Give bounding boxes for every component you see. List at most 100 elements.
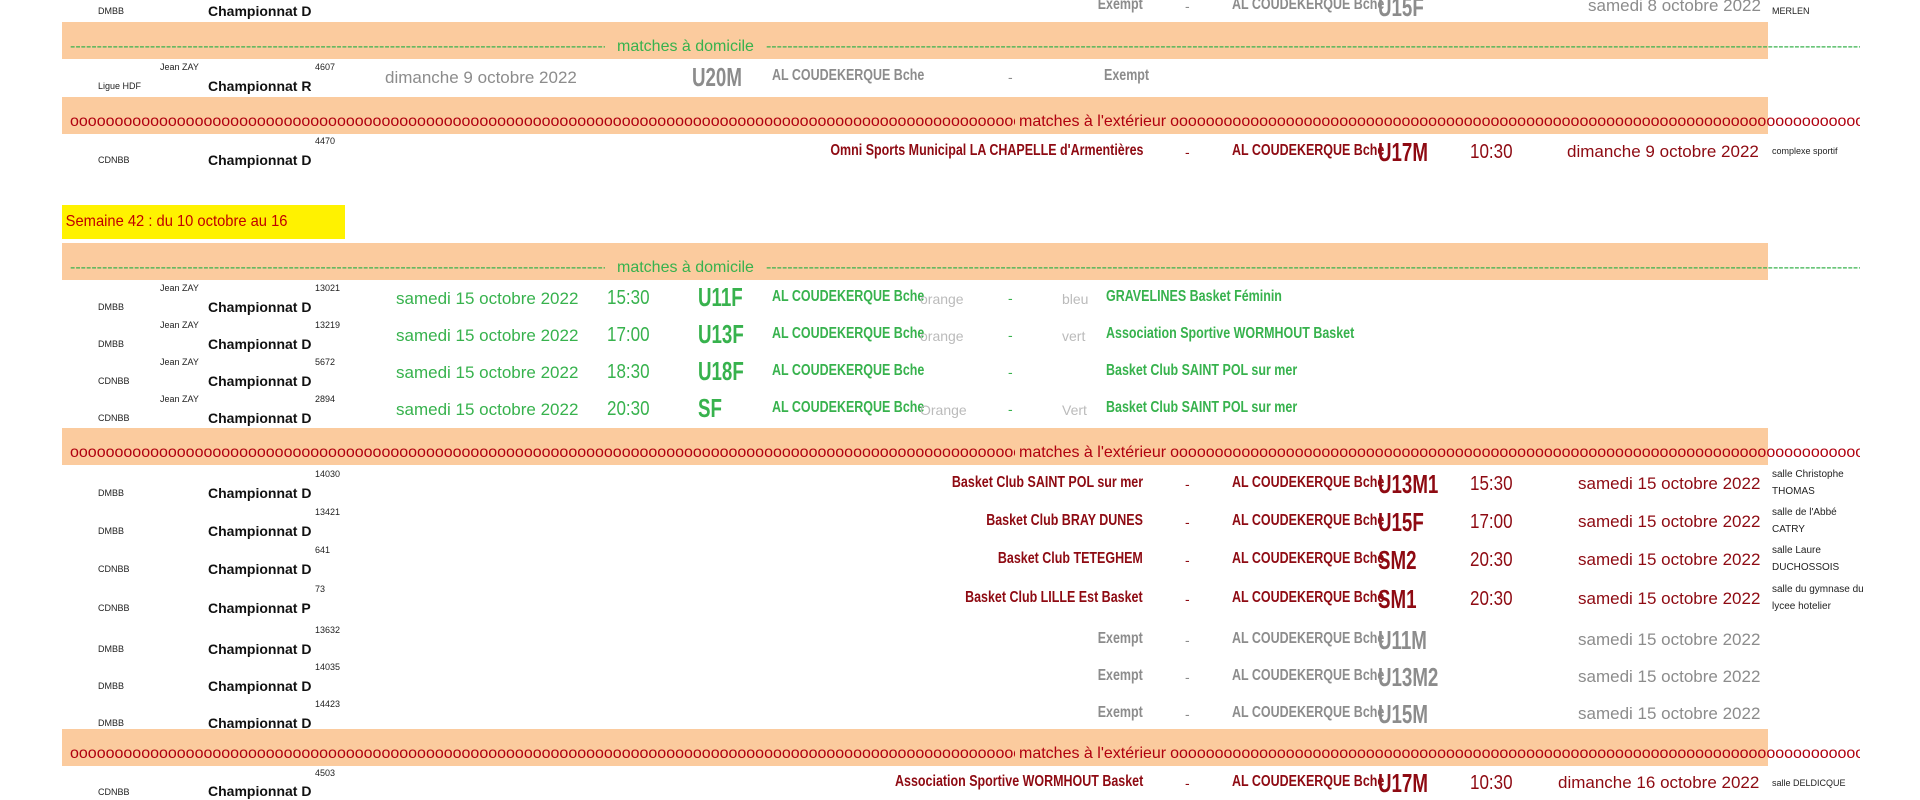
club-name: AL COUDEKERQUE Bche	[1232, 589, 1385, 606]
championship-label: Championnat D	[208, 561, 312, 577]
championship-label: Championnat D	[208, 373, 312, 389]
category-label: U17M	[1378, 768, 1428, 798]
championship-label: Championnat D	[208, 485, 312, 501]
match-date: dimanche 16 octobre 2022	[1558, 773, 1760, 792]
dash: -	[1008, 327, 1013, 343]
match-time: 20:30	[607, 398, 650, 420]
away-band-line: oooooooooooooooooooooooooooooooooooooooo…	[70, 113, 1860, 130]
org-label: DMBB	[98, 526, 125, 536]
venue-label: salle Christophe THOMAS	[1772, 469, 1844, 497]
championship-label: Championnat D	[208, 783, 312, 799]
championship-label: Championnat D	[208, 641, 312, 657]
club-name: AL COUDEKERQUE Bche	[1232, 550, 1385, 567]
venue-label: salle de l'Abbé CATRY	[1772, 507, 1837, 535]
org-label: DMBB	[98, 488, 125, 498]
championship-label: Championnat P	[208, 600, 311, 616]
org-label: DMBB	[98, 644, 125, 654]
opponent-name: Exempt	[1104, 67, 1150, 84]
dash: -	[1185, 552, 1190, 568]
org-label: CDNBB	[98, 787, 130, 797]
category-label: U18F	[698, 356, 744, 386]
category-label: U13M2	[1378, 662, 1439, 692]
club-jersey-color: Orange	[920, 402, 967, 418]
dash: -	[1008, 401, 1013, 417]
match-time: 20:30	[1470, 588, 1513, 610]
org-label: DMBB	[98, 302, 125, 312]
opponent-jersey-color: vert	[1062, 328, 1086, 344]
match-date: samedi 8 octobre 2022	[1588, 0, 1761, 15]
category-label: U20M	[692, 62, 742, 92]
match-date: samedi 15 octobre 2022	[1578, 512, 1761, 531]
org-label: CDNBB	[98, 564, 130, 574]
match-date: samedi 15 octobre 2022	[1578, 704, 1761, 723]
venue-label: salle DELDICQUE	[1772, 778, 1846, 788]
match-date: samedi 15 octobre 2022	[396, 400, 579, 419]
coach-name: Jean ZAY	[160, 320, 199, 330]
match-time: 15:30	[607, 287, 650, 309]
championship-label: Championnat D	[208, 299, 312, 315]
match-time: 20:30	[1470, 549, 1513, 571]
opponent-name: Omni Sports Municipal LA CHAPELLE d'Arme…	[829, 142, 1143, 159]
dash: -	[1185, 144, 1190, 160]
dash: -	[1185, 514, 1190, 530]
opponent-jersey-color: bleu	[1062, 291, 1089, 307]
championship-label: Championnat D	[208, 678, 312, 694]
category-label: U11M	[1378, 625, 1427, 655]
coach-name: Jean ZAY	[160, 283, 199, 293]
club-name: AL COUDEKERQUE Bche	[1232, 0, 1385, 13]
opponent-name: Association Sportive WORMHOUT Basket	[894, 773, 1143, 790]
dash: -	[1185, 669, 1190, 685]
venue-label: MERLEN	[1772, 6, 1810, 16]
opponent-name: Basket Club SAINT POL sur mer	[951, 474, 1143, 491]
dash: -	[1185, 476, 1190, 492]
dash: -	[1185, 0, 1190, 14]
opponent-name: Association Sportive WORMHOUT Basket	[1106, 325, 1355, 342]
home-band-line: ----------------------------------------…	[70, 259, 1860, 276]
opponent-name: Basket Club SAINT POL sur mer	[1106, 362, 1298, 379]
match-date: samedi 15 octobre 2022	[1578, 474, 1761, 493]
club-name: AL COUDEKERQUE Bche	[772, 67, 925, 84]
club-name: AL COUDEKERQUE Bche	[1232, 630, 1385, 647]
match-number: 13421	[315, 507, 341, 517]
match-time: 17:00	[607, 324, 650, 346]
match-time: 15:30	[1470, 473, 1513, 495]
club-name: AL COUDEKERQUE Bche	[772, 399, 925, 416]
category-label: SM1	[1378, 584, 1417, 614]
match-number: 14035	[315, 662, 341, 672]
club-name: AL COUDEKERQUE Bche	[1232, 142, 1385, 159]
opponent-name: GRAVELINES Basket Féminin	[1106, 288, 1282, 305]
match-number: 4503	[315, 768, 336, 778]
category-label: U11F	[698, 282, 743, 312]
coach-name: Jean ZAY	[160, 394, 199, 404]
venue-label: complexe sportif	[1772, 146, 1838, 156]
match-number: 73	[315, 584, 326, 594]
dash: -	[1008, 69, 1013, 85]
match-number: 13021	[315, 283, 341, 293]
dash: -	[1008, 290, 1013, 306]
org-label: CDNBB	[98, 603, 130, 613]
match-date: samedi 15 octobre 2022	[396, 326, 579, 345]
opponent-name: Exempt	[1097, 0, 1143, 13]
match-date: samedi 15 octobre 2022	[396, 363, 579, 382]
category-label: SM2	[1378, 545, 1417, 575]
home-band-line: ----------------------------------------…	[70, 38, 1860, 55]
club-name: AL COUDEKERQUE Bche	[1232, 474, 1385, 491]
week-header: Semaine 42 : du 10 octobre au 16 octobre	[62, 205, 345, 264]
category-label: U15M	[1378, 699, 1428, 729]
match-time: 18:30	[607, 361, 650, 383]
club-name: AL COUDEKERQUE Bche	[772, 288, 925, 305]
match-time: 17:00	[1470, 511, 1513, 533]
opponent-name: Exempt	[1097, 630, 1143, 647]
match-number: 13632	[315, 625, 341, 635]
coach-name: Jean ZAY	[160, 357, 199, 367]
category-label: U15F	[1378, 0, 1424, 22]
dash: -	[1185, 775, 1190, 791]
away-band-label: matches à l'extérieur	[1019, 745, 1167, 762]
opponent-name: Basket Club TETEGHEM	[998, 550, 1143, 567]
opponent-name: Exempt	[1097, 667, 1143, 684]
match-date: samedi 15 octobre 2022	[1578, 667, 1761, 686]
match-number: 13219	[315, 320, 341, 330]
match-time: 10:30	[1470, 772, 1513, 794]
venue-label: salle Laure DUCHOSSOIS	[1772, 545, 1840, 573]
org-label: DMBB	[98, 339, 125, 349]
